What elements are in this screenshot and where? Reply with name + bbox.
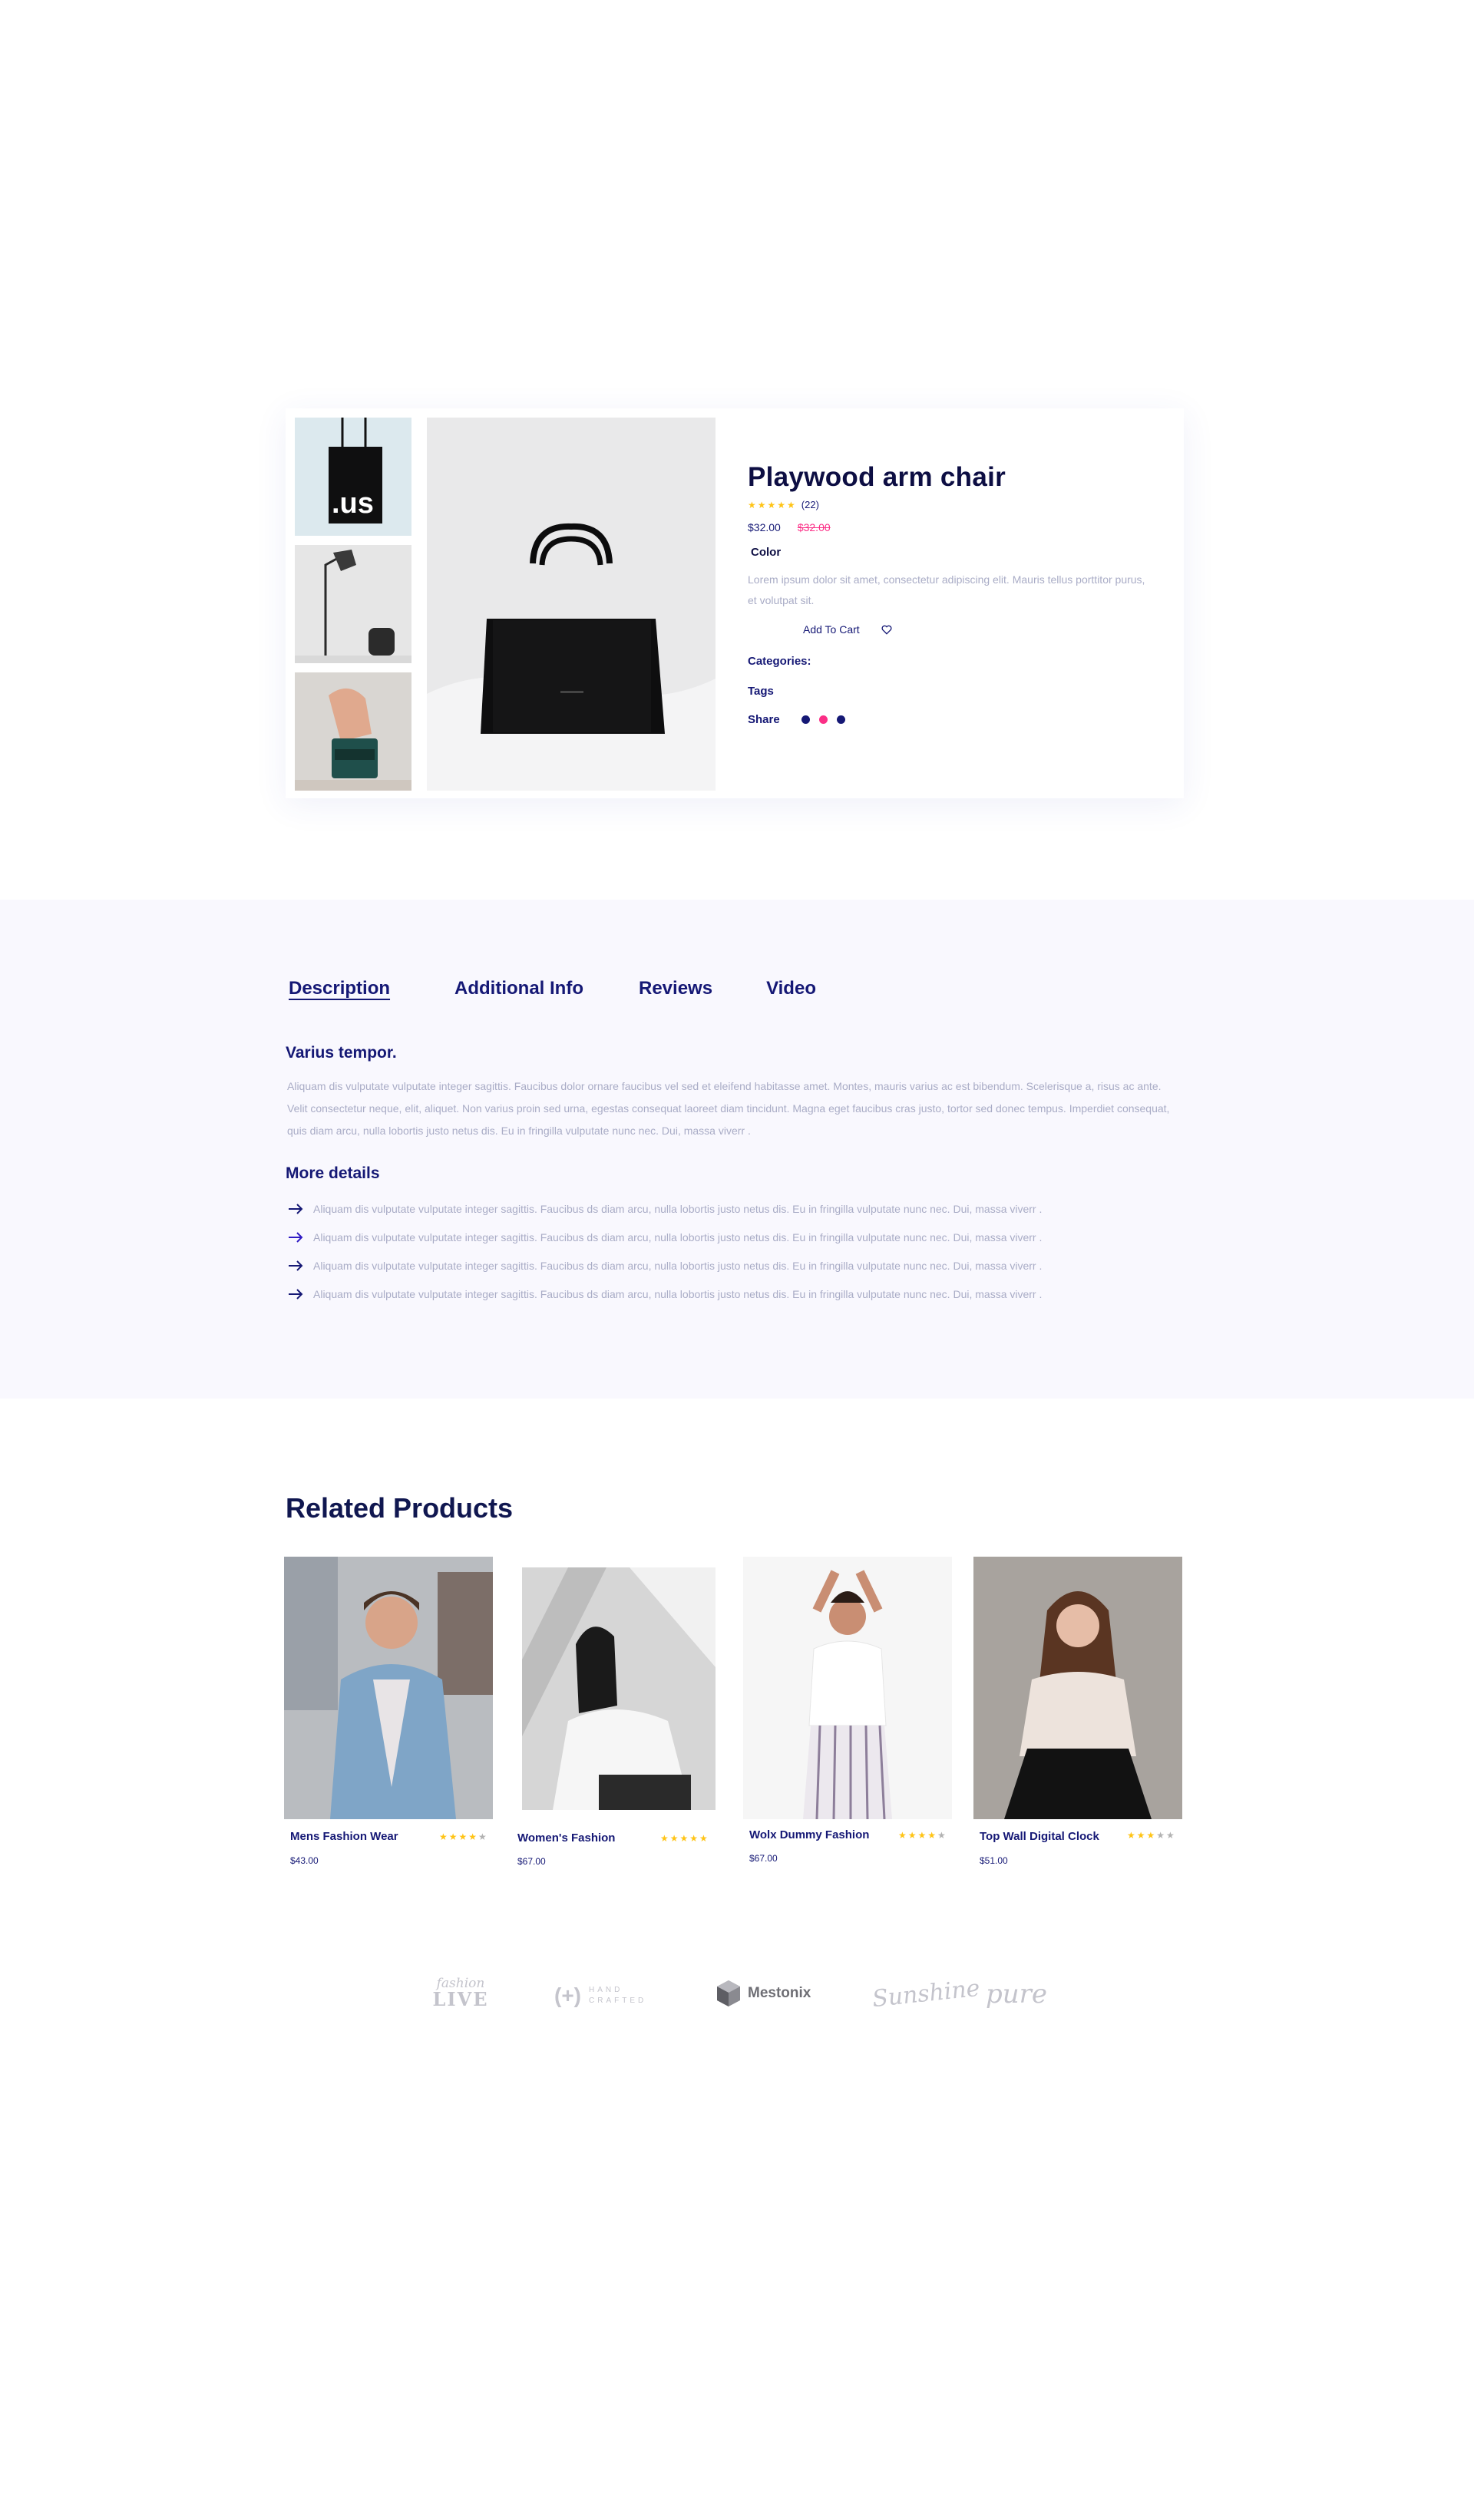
product-image[interactable] [284,1557,493,1819]
old-price: $32.00 [797,521,831,533]
price: $32.00 [748,521,781,533]
product-name[interactable]: Women's Fashion [517,1831,615,1845]
product-card-wolx-dummy-fashion[interactable]: Wolx Dummy Fashion ★★★★★ $67.00 [743,1557,952,1871]
thumbnail-wallet-hand[interactable] [295,672,411,791]
brand-mark: (+) [554,1983,581,2007]
brand-text-line: CRAFTED [589,1997,647,2005]
brand-text: HAND CRAFTED [589,1985,646,2006]
description-section: Description Additional Info Reviews Vide… [0,900,1474,1399]
star-rating-icon: ★★★★★ [898,1830,947,1841]
product-price: $43.00 [290,1855,319,1866]
cart-row: Add To Cart [748,623,1155,636]
product-card-womens-fashion[interactable]: Women's Fashion ★★★★★ $67.00 [517,1567,716,1871]
product-name[interactable]: Top Wall Digital Clock [980,1830,1099,1843]
heart-icon[interactable] [881,625,892,635]
product-name[interactable]: Wolx Dummy Fashion [749,1828,869,1841]
product-price: $67.00 [517,1856,546,1867]
star-rating-icon: ★★★★★ [1127,1830,1176,1841]
product-image[interactable] [743,1557,952,1819]
color-label: Color [751,546,782,559]
detail-text: Aliquam dis vulputate vulputate integer … [313,1287,1043,1300]
product-price: $67.00 [749,1853,778,1864]
product-image[interactable] [522,1567,716,1810]
product-info: Playwood arm chair ★★★★★ (22) $32.00 $32… [748,462,1155,726]
thumbnail-tote-bag[interactable]: .us [295,418,411,536]
detail-text: Aliquam dis vulputate vulputate integer … [313,1230,1043,1243]
product-description: Lorem ipsum dolor sit amet, consectetur … [748,573,1145,606]
star-rating-icon: ★★★★★ [439,1831,488,1842]
detail-text: Aliquam dis vulputate vulputate integer … [313,1202,1043,1215]
arrow-right-icon [289,1260,303,1271]
product-card-top-wall-digital-clock[interactable]: Top Wall Digital Clock ★★★★★ $51.00 [973,1557,1182,1871]
list-item: Aliquam dis vulputate vulputate integer … [287,1280,1042,1308]
cube-icon [717,1980,740,2006]
brand-text-line: HAND [589,1986,623,1994]
categories-label: Categories: [748,655,811,668]
tab-video[interactable]: Video [766,978,816,999]
arrow-right-icon [289,1288,303,1300]
instagram-icon[interactable] [818,715,828,724]
arrow-right-icon [289,1231,303,1243]
more-details-title: More details [286,1164,380,1182]
detail-text: Aliquam dis vulputate vulputate integer … [313,1259,1043,1272]
tote-bag-text: .us [332,487,374,520]
list-item: Aliquam dis vulputate vulputate integer … [287,1251,1042,1280]
facebook-icon[interactable] [801,715,810,724]
brand-logo-fashion-live: fashion LIVE [424,1977,497,2009]
product-card: .us Playwood arm chair ★★★★★ (22) $32.00… [286,408,1184,798]
section-title: Varius tempor. [286,1044,397,1062]
arrow-right-icon [289,1203,303,1214]
star-rating-icon: ★★★★★ [660,1833,709,1844]
product-tabs: Description Additional Info Reviews Vide… [289,978,816,999]
twitter-icon[interactable] [836,715,845,724]
rating-count: (22) [801,499,819,510]
tags-label: Tags [748,685,774,698]
star-rating-icon: ★★★★★ [748,499,797,510]
brand-logo-mestonix: Mestonix [716,1979,811,2008]
details-list: Aliquam dis vulputate vulputate integer … [287,1194,1042,1308]
main-product-image[interactable] [427,418,716,791]
product-card-mens-fashion[interactable]: Mens Fashion Wear ★★★★★ $43.00 [284,1557,493,1871]
price-row: $32.00 $32.00 [748,521,1155,533]
brand-logo-pure: pure [986,1979,1048,2010]
related-products-title: Related Products [286,1492,514,1524]
thumbnail-lamp[interactable] [295,545,411,663]
description-paragraph: Aliquam dis vulputate vulputate integer … [287,1080,1170,1137]
brand-logo-handcrafted: (+) HAND CRAFTED [554,1983,646,2008]
add-to-cart-button[interactable]: Add To Cart [803,623,860,636]
product-rating: ★★★★★ (22) [748,499,1155,510]
product-price: $51.00 [980,1855,1008,1866]
tab-additional-info[interactable]: Additional Info [454,978,583,999]
tab-reviews[interactable]: Reviews [639,978,712,999]
product-name[interactable]: Mens Fashion Wear [290,1830,398,1843]
brand-logo-sunshine: Sunshine [871,1974,982,2013]
brand-text: LIVE [432,1988,489,2010]
share-label: Share [748,713,780,726]
product-image[interactable] [973,1557,1182,1819]
brand-text: Mestonix [748,1985,811,2001]
share-row: Share [748,713,1155,726]
tab-description[interactable]: Description [289,978,390,999]
product-title: Playwood arm chair [748,462,1006,492]
list-item: Aliquam dis vulputate vulputate integer … [287,1194,1042,1223]
list-item: Aliquam dis vulputate vulputate integer … [287,1223,1042,1251]
